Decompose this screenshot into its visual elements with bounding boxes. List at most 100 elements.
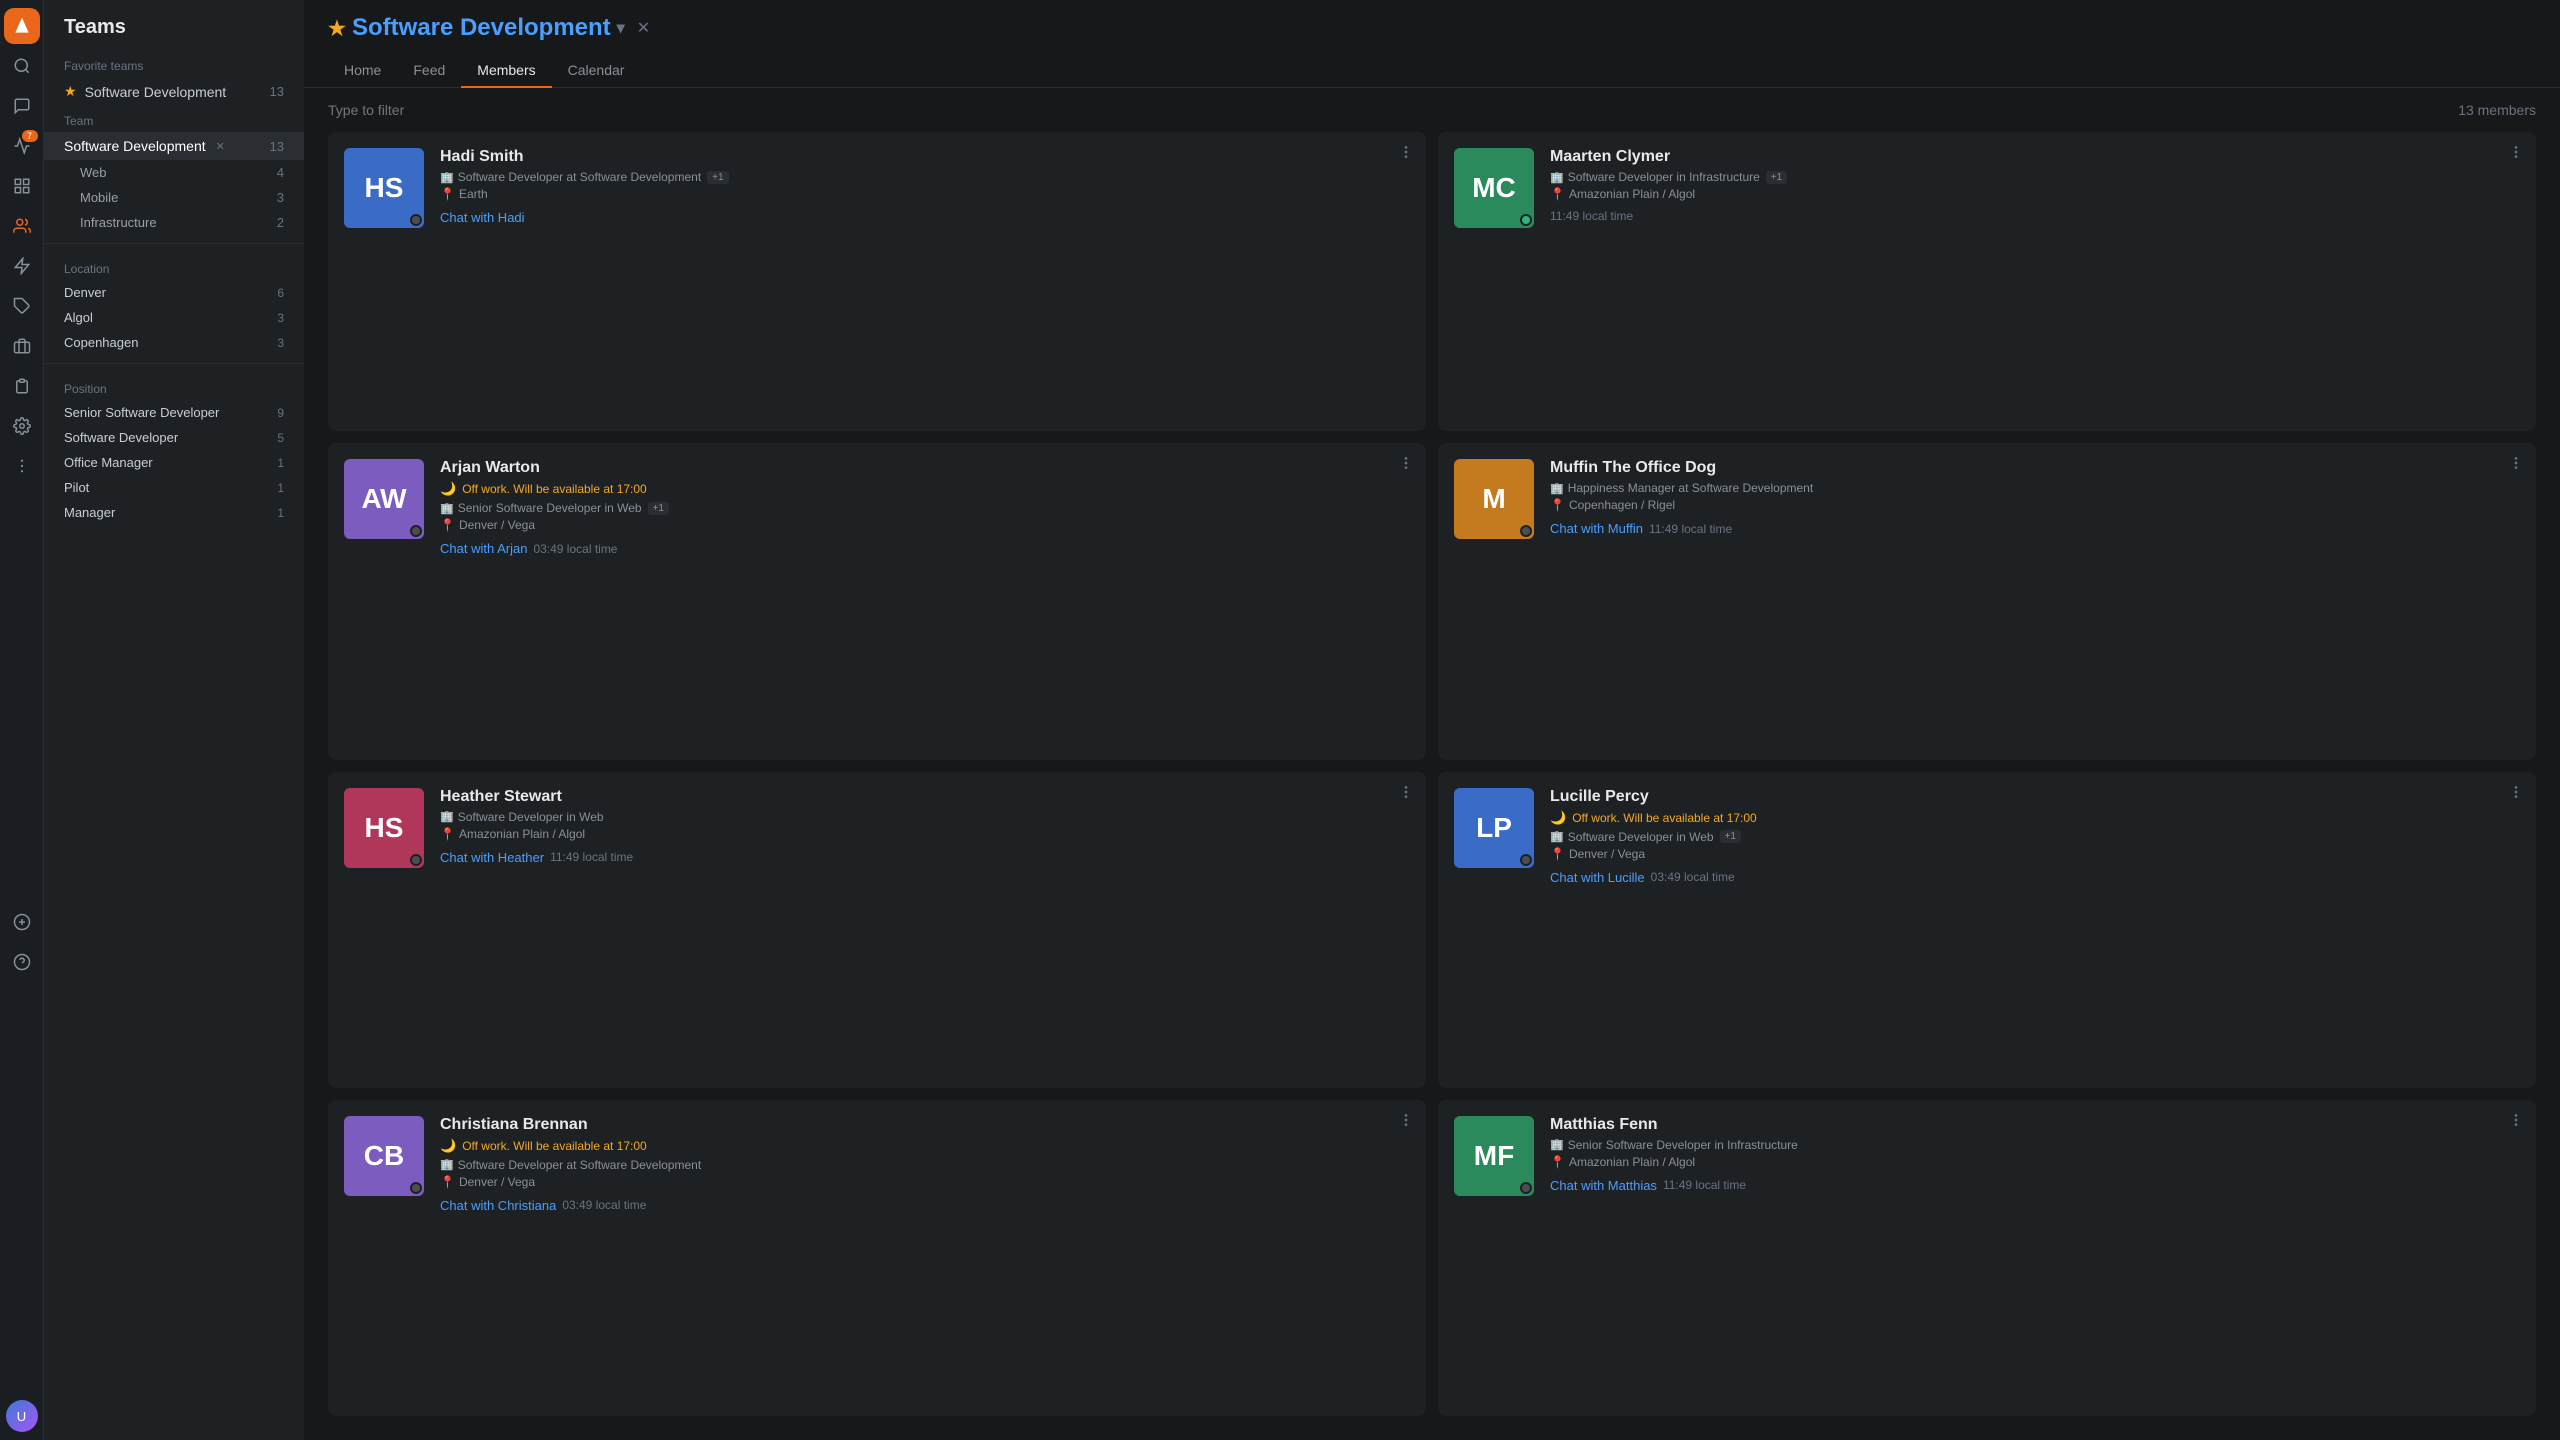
role-icon: 🏢: [1550, 171, 1564, 184]
member-role: 🏢 Software Developer in Web +1: [1550, 830, 2520, 844]
status-dot: [1520, 854, 1532, 866]
close-tab-icon[interactable]: ✕: [637, 18, 650, 38]
add-icon[interactable]: [4, 904, 40, 940]
filter-position-office-manager[interactable]: Office Manager 1: [44, 450, 304, 475]
role-icon: 🏢: [1550, 482, 1564, 495]
user-avatar[interactable]: U: [6, 1400, 38, 1432]
main-tabs: Home Feed Members Calendar: [328, 54, 2536, 87]
lightning-icon[interactable]: [4, 248, 40, 284]
chat-link[interactable]: Chat with Heather 11:49 local time: [440, 850, 633, 865]
location-icon: 📍: [1550, 498, 1565, 512]
card-menu-icon[interactable]: [1398, 144, 1414, 165]
more-icon[interactable]: [4, 448, 40, 484]
moon-icon: 🌙: [1550, 810, 1566, 826]
role-plus-badge: +1: [1766, 171, 1787, 184]
clipboard-icon[interactable]: [4, 368, 40, 404]
member-location: 📍 Copenhagen / Rigel: [1550, 498, 2520, 512]
role-icon: 🏢: [440, 810, 454, 823]
messages-icon[interactable]: [4, 88, 40, 124]
filter-position-software-dev[interactable]: Software Developer 5: [44, 425, 304, 450]
member-status: 🌙 Off work. Will be available at 17:00: [440, 481, 1410, 497]
member-info: Heather Stewart 🏢 Software Developer in …: [440, 788, 1410, 865]
card-menu-icon[interactable]: [1398, 1112, 1414, 1133]
chat-link[interactable]: Chat with Hadi: [440, 210, 525, 225]
chat-link[interactable]: Chat with Arjan 03:49 local time: [440, 541, 617, 556]
chat-link[interactable]: Chat with Christiana 03:49 local time: [440, 1198, 646, 1213]
card-menu-icon[interactable]: [2508, 1112, 2524, 1133]
local-time: 03:49 local time: [533, 542, 617, 556]
sidebar-divider-2: [44, 363, 304, 364]
main-header: ★ Software Development ▾ ✕ Home Feed Mem…: [304, 0, 2560, 88]
chat-link[interactable]: Chat with Matthias 11:49 local time: [1550, 1178, 1746, 1193]
status-dot: [410, 854, 422, 866]
location-icon: 📍: [440, 187, 455, 201]
local-time: 11:49 local time: [550, 850, 633, 864]
sidebar-subteam-web[interactable]: Web 4: [44, 160, 304, 185]
filter-location-algol[interactable]: Algol 3: [44, 305, 304, 330]
teams-icon[interactable]: [4, 208, 40, 244]
member-location: 📍 Denver / Vega: [440, 1175, 1410, 1189]
card-menu-icon[interactable]: [1398, 784, 1414, 805]
member-location: 📍 Earth: [440, 187, 1410, 201]
activity-icon[interactable]: 7: [4, 128, 40, 164]
title-chevron-icon[interactable]: ▾: [617, 18, 625, 38]
card-menu-icon[interactable]: [2508, 455, 2524, 476]
filter-location-copenhagen[interactable]: Copenhagen 3: [44, 330, 304, 355]
member-role: 🏢 Senior Software Developer in Web +1: [440, 501, 1410, 515]
member-avatar-wrap: HS: [344, 148, 424, 228]
filter-input[interactable]: [328, 102, 2458, 118]
briefcase-icon[interactable]: [4, 328, 40, 364]
role-plus-badge: +1: [1720, 830, 1741, 843]
sidebar-favorite-software-development[interactable]: ★ Software Development 13: [44, 77, 304, 106]
sidebar-title: Teams: [44, 0, 304, 51]
team-label: Team: [44, 106, 304, 132]
role-plus-badge: +1: [707, 171, 728, 184]
sidebar-divider-1: [44, 243, 304, 244]
member-name: Maarten Clymer: [1550, 148, 2520, 166]
tab-calendar[interactable]: Calendar: [552, 54, 641, 88]
title-star-icon: ★: [328, 16, 346, 41]
sidebar-subteam-infrastructure[interactable]: Infrastructure 2: [44, 210, 304, 235]
sidebar-team-software-development[interactable]: Software Development ✕ 13: [44, 132, 304, 160]
filter-position-manager[interactable]: Manager 1: [44, 500, 304, 525]
location-icon: 📍: [440, 518, 455, 532]
member-card: MC Maarten Clymer 🏢 Software Developer i…: [1438, 132, 2536, 431]
member-role: 🏢 Software Developer in Infrastructure +…: [1550, 170, 2520, 184]
member-status: 🌙 Off work. Will be available at 17:00: [1550, 810, 2520, 826]
member-location: 📍 Amazonian Plain / Algol: [1550, 187, 2520, 201]
role-plus-badge: +1: [648, 502, 669, 515]
local-time: 03:49 local time: [1651, 870, 1735, 884]
chat-link[interactable]: Chat with Lucille 03:49 local time: [1550, 870, 1735, 885]
close-team-icon[interactable]: ✕: [216, 140, 225, 153]
moon-icon: 🌙: [440, 1138, 456, 1154]
search-icon[interactable]: [4, 48, 40, 84]
star-icon: ★: [64, 83, 77, 100]
filter-location-denver[interactable]: Denver 6: [44, 280, 304, 305]
member-card: CB Christiana Brennan 🌙 Off work. Will b…: [328, 1100, 1426, 1416]
member-role: 🏢 Software Developer in Web: [440, 810, 1410, 824]
filter-position-senior-dev[interactable]: Senior Software Developer 9: [44, 400, 304, 425]
sidebar-subteam-mobile[interactable]: Mobile 3: [44, 185, 304, 210]
main-title: ★ Software Development ▾: [328, 14, 625, 42]
member-avatar-wrap: MF: [1454, 1116, 1534, 1196]
role-icon: 🏢: [440, 502, 454, 515]
member-role: 🏢 Software Developer at Software Develop…: [440, 170, 1410, 184]
app-logo-icon[interactable]: [4, 8, 40, 44]
tab-feed[interactable]: Feed: [397, 54, 461, 88]
settings-icon[interactable]: [4, 408, 40, 444]
filter-position-pilot[interactable]: Pilot 1: [44, 475, 304, 500]
dashboard-icon[interactable]: [4, 168, 40, 204]
member-location: 📍 Amazonian Plain / Algol: [1550, 1155, 2520, 1169]
help-icon[interactable]: [4, 944, 40, 980]
chat-link[interactable]: Chat with Muffin 11:49 local time: [1550, 521, 1732, 536]
card-menu-icon[interactable]: [2508, 784, 2524, 805]
puzzle-icon[interactable]: [4, 288, 40, 324]
tab-members[interactable]: Members: [461, 54, 551, 88]
card-menu-icon[interactable]: [1398, 455, 1414, 476]
card-menu-icon[interactable]: [2508, 144, 2524, 165]
location-filter-label: Location: [44, 252, 304, 280]
tab-home[interactable]: Home: [328, 54, 397, 88]
member-info: Christiana Brennan 🌙 Off work. Will be a…: [440, 1116, 1410, 1213]
local-time: 11:49 local time: [1649, 522, 1732, 536]
icon-bar: 7 U: [0, 0, 44, 1440]
